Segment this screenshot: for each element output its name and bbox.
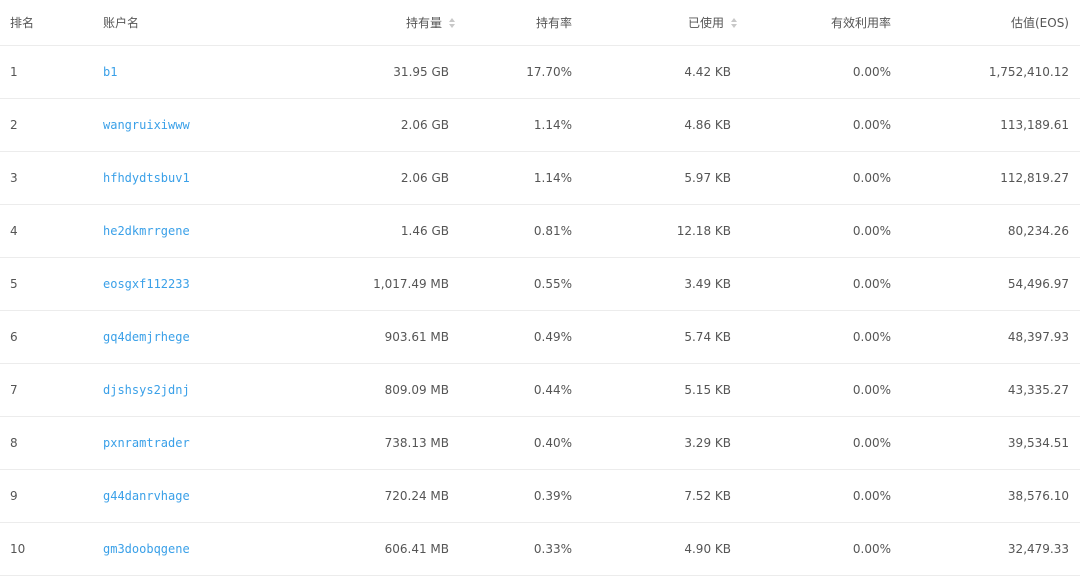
holding-rate-cell: 0.40% [533, 436, 572, 450]
rank-cell: 6 [10, 330, 18, 344]
value-cell: 32,479.33 [1007, 542, 1069, 556]
value-cell: 113,189.61 [1000, 118, 1069, 132]
account-link[interactable]: pxnramtrader [103, 417, 190, 469]
table-row: 10 gm3doobqgene 606.41 MB 0.33% 4.90 KB 0.00%… [0, 523, 1080, 576]
table-row: 3 hfhdydtsbuv1 2.06 GB 1.14% 5.97 KB 0.00% 112… [0, 152, 1080, 205]
holding-cell: 738.13 MB [384, 436, 449, 450]
header-efficiency: 有效利用率 [830, 16, 891, 30]
header-holding-rate: 持有率 [535, 16, 572, 30]
holding-cell: 809.09 MB [384, 383, 449, 397]
table-row: 9 g44danrvhage 720.24 MB 0.39% 7.52 KB 0.00% 3… [0, 470, 1080, 523]
value-cell: 1,752,410.12 [988, 65, 1069, 79]
efficiency-cell: 0.00% [852, 489, 891, 503]
holding-rate-cell: 1.14% [533, 118, 572, 132]
sort-icon[interactable] [449, 17, 456, 28]
rank-cell: 5 [10, 277, 18, 291]
header-used-label: 已使用 [687, 16, 724, 30]
table-row: 5 eosgxf112233 1,017.49 MB 0.55% 3.49 KB 0.00… [0, 258, 1080, 311]
value-cell: 54,496.97 [1007, 277, 1069, 291]
holding-cell: 2.06 GB [400, 171, 449, 185]
table-row: 7 djshsys2jdnj 809.09 MB 0.44% 5.15 KB 0.00% 4… [0, 364, 1080, 417]
table-row: 2 wangruixiwww 2.06 GB 1.14% 4.86 KB 0.00% 113… [0, 99, 1080, 152]
efficiency-cell: 0.00% [852, 436, 891, 450]
header-account: 账户名 [103, 16, 140, 30]
efficiency-cell: 0.00% [852, 277, 891, 291]
table-row: 1 b1 31.95 GB 17.70% 4.42 KB 0.00% 1,752,410.1… [0, 46, 1080, 99]
holding-cell: 1.46 GB [400, 224, 449, 238]
value-cell: 80,234.26 [1007, 224, 1069, 238]
used-cell: 4.90 KB [684, 542, 731, 556]
header-used[interactable]: 已使用 [688, 0, 738, 45]
table-row: 6 gq4demjrhege 903.61 MB 0.49% 5.74 KB 0.00% 4… [0, 311, 1080, 364]
header-holding-label: 持有量 [405, 16, 442, 30]
value-cell: 48,397.93 [1007, 330, 1069, 344]
holding-rate-cell: 0.39% [533, 489, 572, 503]
used-cell: 3.49 KB [684, 277, 731, 291]
used-cell: 5.97 KB [684, 171, 731, 185]
used-cell: 7.52 KB [684, 489, 731, 503]
holding-rate-cell: 0.33% [533, 542, 572, 556]
rank-cell: 3 [10, 171, 18, 185]
account-link[interactable]: djshsys2jdnj [103, 364, 190, 416]
account-link[interactable]: eosgxf112233 [103, 258, 190, 310]
rank-cell: 9 [10, 489, 18, 503]
header-holding[interactable]: 持有量 [406, 0, 456, 45]
sort-icon[interactable] [731, 17, 738, 28]
rank-cell: 7 [10, 383, 18, 397]
account-link[interactable]: gm3doobqgene [103, 523, 190, 575]
used-cell: 5.74 KB [684, 330, 731, 344]
rank-cell: 4 [10, 224, 18, 238]
header-rank: 排名 [10, 16, 35, 30]
holding-cell: 606.41 MB [384, 542, 449, 556]
efficiency-cell: 0.00% [852, 171, 891, 185]
account-link[interactable]: hfhdydtsbuv1 [103, 152, 190, 204]
rank-cell: 2 [10, 118, 18, 132]
value-cell: 39,534.51 [1007, 436, 1069, 450]
used-cell: 4.42 KB [684, 65, 731, 79]
header-value: 估值(EOS) [1010, 16, 1069, 30]
holding-cell: 1,017.49 MB [373, 277, 449, 291]
used-cell: 12.18 KB [676, 224, 731, 238]
rank-cell: 1 [10, 65, 18, 79]
rank-cell: 8 [10, 436, 18, 450]
efficiency-cell: 0.00% [852, 330, 891, 344]
ram-holders-table: 排名 账户名 持有量 持有率 已使用 有效利用率 估值(EOS) 1 b1 31.9… [0, 0, 1080, 576]
holding-rate-cell: 0.44% [533, 383, 572, 397]
table-header-row: 排名 账户名 持有量 持有率 已使用 有效利用率 估值(EOS) [0, 0, 1080, 46]
efficiency-cell: 0.00% [852, 224, 891, 238]
holding-cell: 903.61 MB [384, 330, 449, 344]
efficiency-cell: 0.00% [852, 118, 891, 132]
holding-rate-cell: 0.81% [533, 224, 572, 238]
account-link[interactable]: he2dkmrrgene [103, 205, 190, 257]
holding-cell: 720.24 MB [384, 489, 449, 503]
used-cell: 3.29 KB [684, 436, 731, 450]
account-link[interactable]: gq4demjrhege [103, 311, 190, 363]
holding-cell: 31.95 GB [393, 65, 449, 79]
holding-rate-cell: 17.70% [526, 65, 572, 79]
value-cell: 43,335.27 [1007, 383, 1069, 397]
holding-rate-cell: 0.55% [533, 277, 572, 291]
account-link[interactable]: wangruixiwww [103, 99, 190, 151]
efficiency-cell: 0.00% [852, 542, 891, 556]
used-cell: 5.15 KB [684, 383, 731, 397]
table-row: 4 he2dkmrrgene 1.46 GB 0.81% 12.18 KB 0.00% 80… [0, 205, 1080, 258]
rank-cell: 10 [10, 542, 26, 556]
efficiency-cell: 0.00% [852, 65, 891, 79]
holding-rate-cell: 0.49% [533, 330, 572, 344]
account-link[interactable]: g44danrvhage [103, 470, 190, 522]
efficiency-cell: 0.00% [852, 383, 891, 397]
holding-cell: 2.06 GB [400, 118, 449, 132]
used-cell: 4.86 KB [684, 118, 731, 132]
value-cell: 38,576.10 [1007, 489, 1069, 503]
account-link[interactable]: b1 [103, 46, 117, 98]
table-body: 1 b1 31.95 GB 17.70% 4.42 KB 0.00% 1,752,410.1… [0, 46, 1080, 576]
holding-rate-cell: 1.14% [533, 171, 572, 185]
value-cell: 112,819.27 [1000, 171, 1069, 185]
table-row: 8 pxnramtrader 738.13 MB 0.40% 3.29 KB 0.00% 3… [0, 417, 1080, 470]
